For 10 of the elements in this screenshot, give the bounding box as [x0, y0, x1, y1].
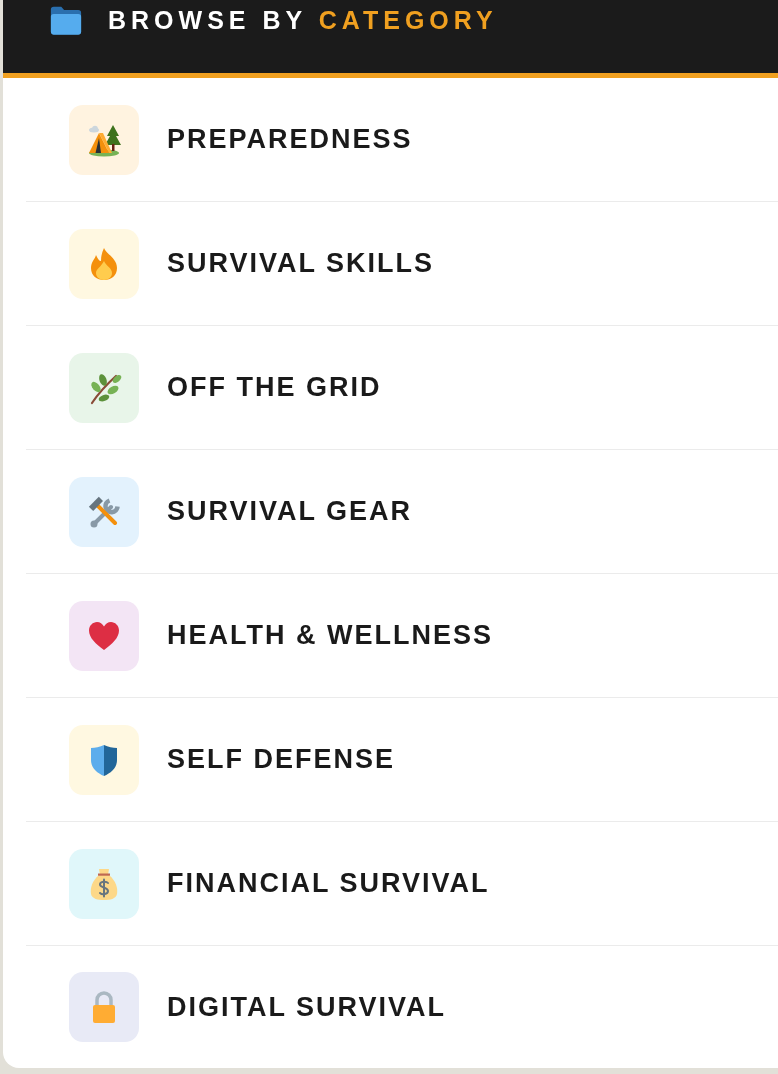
category-link[interactable]: DIGITAL SURVIVAL: [26, 946, 778, 1068]
category-link[interactable]: PREPAREDNESS: [26, 78, 778, 202]
category-link[interactable]: FINANCIAL SURVIVAL: [26, 822, 778, 946]
folder-icon: [49, 6, 83, 35]
category-link[interactable]: SURVIVAL GEAR: [26, 450, 778, 574]
category-link[interactable]: SURVIVAL SKILLS: [26, 202, 778, 326]
category-link[interactable]: OFF THE GRID: [26, 326, 778, 450]
category-link[interactable]: HEALTH & WELLNESS: [26, 574, 778, 698]
section-title: BROWSE BY CATEGORY: [108, 6, 498, 35]
category-link[interactable]: SELF DEFENSE: [26, 698, 778, 822]
